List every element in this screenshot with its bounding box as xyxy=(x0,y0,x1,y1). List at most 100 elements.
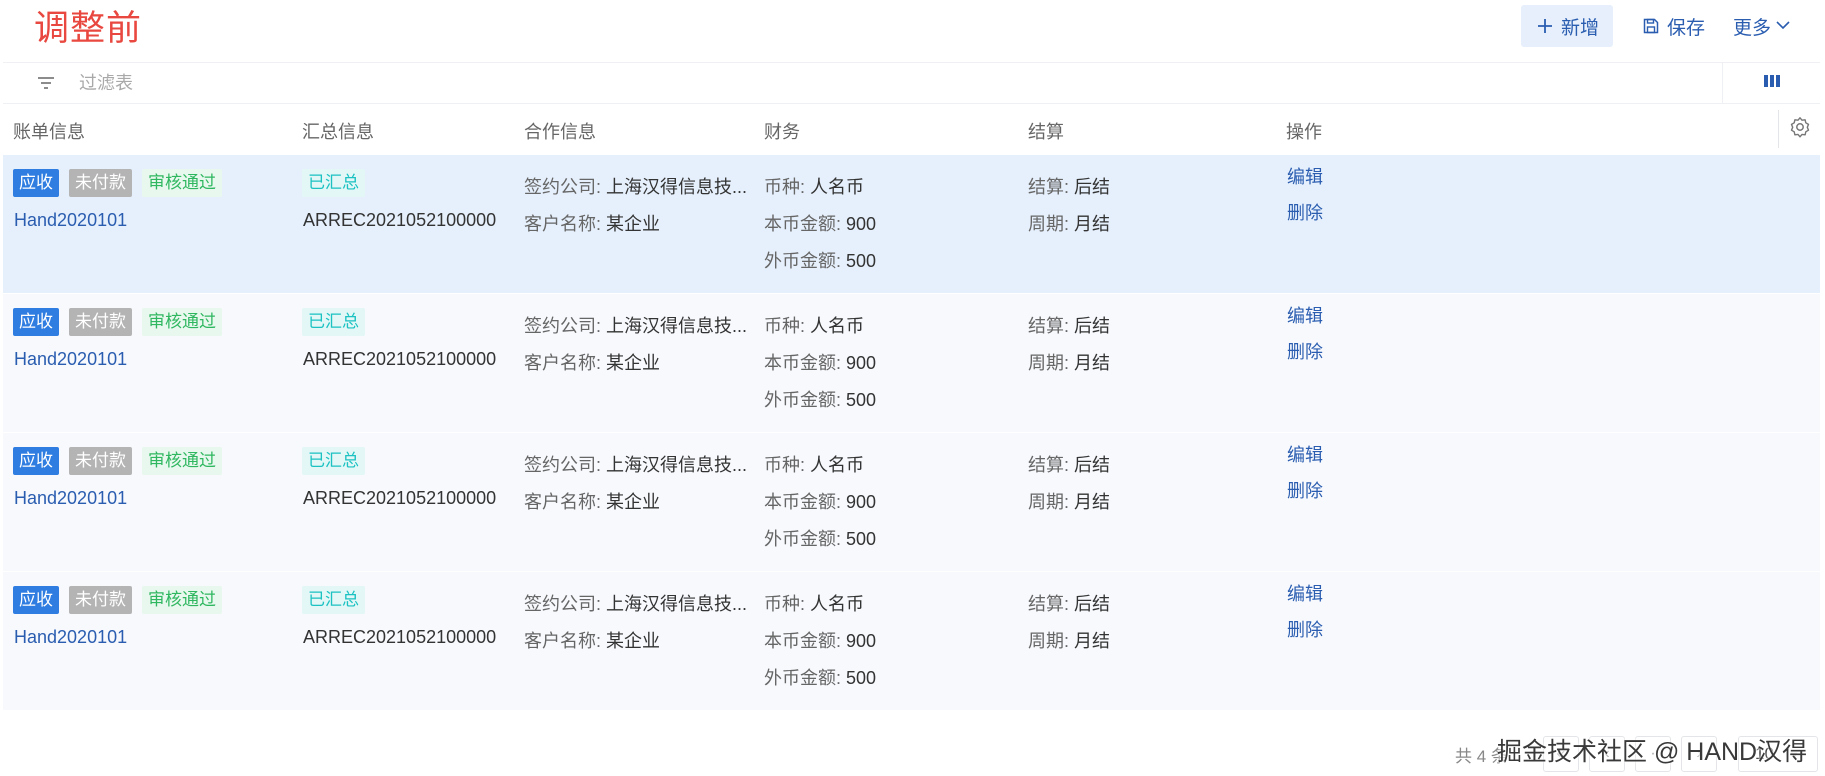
customer-label: 客户名称: xyxy=(524,353,602,373)
company-field: 签约公司: 上海汉得信息技... xyxy=(524,590,747,616)
foreign-amount-value: 500 xyxy=(846,529,877,549)
local-amount-field: 本币金额: 900 xyxy=(764,488,876,514)
foreign-amount-field: 外币金额: 500 xyxy=(764,247,876,273)
more-dropdown[interactable]: 更多 xyxy=(1719,5,1805,47)
summary-tag-cell: 已汇总 xyxy=(302,169,375,197)
cycle-label: 周期: xyxy=(1028,214,1070,234)
column-header-bill-info[interactable]: 账单信息 xyxy=(13,118,85,144)
settle-label: 结算: xyxy=(1028,455,1070,475)
company-field: 签约公司: 上海汉得信息技... xyxy=(524,451,747,477)
foreign-amount-label: 外币金额: xyxy=(764,529,842,549)
local-amount-label: 本币金额: xyxy=(764,214,842,234)
currency-value: 人名币 xyxy=(810,316,865,336)
columns-icon xyxy=(1763,74,1781,93)
bill-number-link[interactable]: Hand2020101 xyxy=(14,210,127,231)
edit-link[interactable]: 编辑 xyxy=(1287,445,1323,465)
cycle-field: 周期: 月结 xyxy=(1028,488,1110,514)
company-value: 上海汉得信息技... xyxy=(606,177,748,197)
column-header-settlement[interactable]: 结算 xyxy=(1028,118,1064,144)
settle-value: 后结 xyxy=(1074,316,1111,336)
local-amount-value: 900 xyxy=(846,214,877,234)
row-actions: 编辑 删除 xyxy=(1287,306,1323,362)
add-button[interactable]: 新增 xyxy=(1520,5,1613,47)
customer-label: 客户名称: xyxy=(524,631,602,651)
save-icon xyxy=(1641,16,1661,36)
company-value: 上海汉得信息技... xyxy=(606,455,748,475)
column-header-cooperation-info[interactable]: 合作信息 xyxy=(524,118,596,144)
table-header: 账单信息 汇总信息 合作信息 财务 结算 操作 xyxy=(3,104,1820,154)
table-row[interactable]: 应收 未付款 审核通过 Hand2020101 已汇总 ARREC202105210… xyxy=(3,155,1820,293)
tag-unpaid: 未付款 xyxy=(69,586,132,614)
tag-approved: 审核通过 xyxy=(142,169,222,197)
save-button[interactable]: 保存 xyxy=(1627,5,1719,47)
foreign-amount-value: 500 xyxy=(846,390,877,410)
company-label: 签约公司: xyxy=(524,594,602,614)
bill-number-link[interactable]: Hand2020101 xyxy=(14,349,127,370)
table-row[interactable]: 应收 未付款 审核通过 Hand2020101 已汇总 ARREC202105210… xyxy=(3,572,1820,710)
currency-label: 币种: xyxy=(764,177,806,197)
cycle-label: 周期: xyxy=(1028,353,1070,373)
tag-receivable: 应收 xyxy=(13,447,59,475)
delete-link[interactable]: 删除 xyxy=(1287,481,1323,501)
row-actions: 编辑 删除 xyxy=(1287,167,1323,223)
summary-number: ARREC2021052100000 xyxy=(303,627,497,647)
tag-receivable: 应收 xyxy=(13,586,59,614)
currency-field: 币种: 人名币 xyxy=(764,312,864,338)
foreign-amount-value: 500 xyxy=(846,668,877,688)
summary-tag-cell: 已汇总 xyxy=(302,308,375,336)
customer-field: 客户名称: 某企业 xyxy=(524,488,660,514)
company-field: 签约公司: 上海汉得信息技... xyxy=(524,173,747,199)
column-header-actions[interactable]: 操作 xyxy=(1286,118,1322,144)
table-row[interactable]: 应收 未付款 审核通过 Hand2020101 已汇总 ARREC202105210… xyxy=(3,294,1820,432)
delete-link[interactable]: 删除 xyxy=(1287,342,1323,362)
settle-label: 结算: xyxy=(1028,177,1070,197)
bill-tags: 应收 未付款 审核通过 xyxy=(13,586,232,614)
cycle-field: 周期: 月结 xyxy=(1028,210,1110,236)
customer-value: 某企业 xyxy=(606,214,661,234)
foreign-amount-field: 外币金额: 500 xyxy=(764,525,876,551)
company-label: 签约公司: xyxy=(524,316,602,336)
add-button-label: 新增 xyxy=(1560,17,1599,39)
cycle-field: 周期: 月结 xyxy=(1028,627,1110,653)
filter-input[interactable] xyxy=(79,72,479,94)
tag-approved: 审核通过 xyxy=(142,447,222,475)
column-header-finance[interactable]: 财务 xyxy=(764,118,800,144)
table-settings-button[interactable] xyxy=(1778,110,1820,148)
column-header-summary-info[interactable]: 汇总信息 xyxy=(302,118,374,144)
gear-icon xyxy=(1789,116,1811,143)
delete-link[interactable]: 删除 xyxy=(1287,203,1323,223)
tag-summarized: 已汇总 xyxy=(302,308,365,336)
edit-link[interactable]: 编辑 xyxy=(1287,167,1323,187)
bill-number-link[interactable]: Hand2020101 xyxy=(14,627,127,648)
edit-link[interactable]: 编辑 xyxy=(1287,584,1323,604)
filter-bar xyxy=(3,62,1820,104)
bill-number-link[interactable]: Hand2020101 xyxy=(14,488,127,509)
table-row[interactable]: 应收 未付款 审核通过 Hand2020101 已汇总 ARREC202105210… xyxy=(3,433,1820,571)
currency-label: 币种: xyxy=(764,594,806,614)
currency-field: 币种: 人名币 xyxy=(764,451,864,477)
save-button-label: 保存 xyxy=(1666,17,1705,39)
tag-unpaid: 未付款 xyxy=(69,447,132,475)
toolbar: 新增 保存 更多 xyxy=(1520,5,1805,47)
delete-link[interactable]: 删除 xyxy=(1287,620,1323,640)
edit-link[interactable]: 编辑 xyxy=(1287,306,1323,326)
settle-value: 后结 xyxy=(1074,177,1111,197)
settle-value: 后结 xyxy=(1074,455,1111,475)
settle-field: 结算: 后结 xyxy=(1028,590,1110,616)
tag-receivable: 应收 xyxy=(13,308,59,336)
company-field: 签约公司: 上海汉得信息技... xyxy=(524,312,747,338)
column-settings-button[interactable] xyxy=(1722,63,1820,104)
bill-tags: 应收 未付款 审核通过 xyxy=(13,169,232,197)
currency-label: 币种: xyxy=(764,455,806,475)
filter-icon[interactable] xyxy=(31,68,61,98)
local-amount-label: 本币金额: xyxy=(764,492,842,512)
settle-field: 结算: 后结 xyxy=(1028,173,1110,199)
plus-icon xyxy=(1535,16,1555,36)
local-amount-field: 本币金额: 900 xyxy=(764,349,876,375)
settle-label: 结算: xyxy=(1028,316,1070,336)
summary-number: ARREC2021052100000 xyxy=(303,210,497,230)
local-amount-label: 本币金额: xyxy=(764,631,842,651)
customer-field: 客户名称: 某企业 xyxy=(524,210,660,236)
company-label: 签约公司: xyxy=(524,455,602,475)
customer-value: 某企业 xyxy=(606,353,661,373)
